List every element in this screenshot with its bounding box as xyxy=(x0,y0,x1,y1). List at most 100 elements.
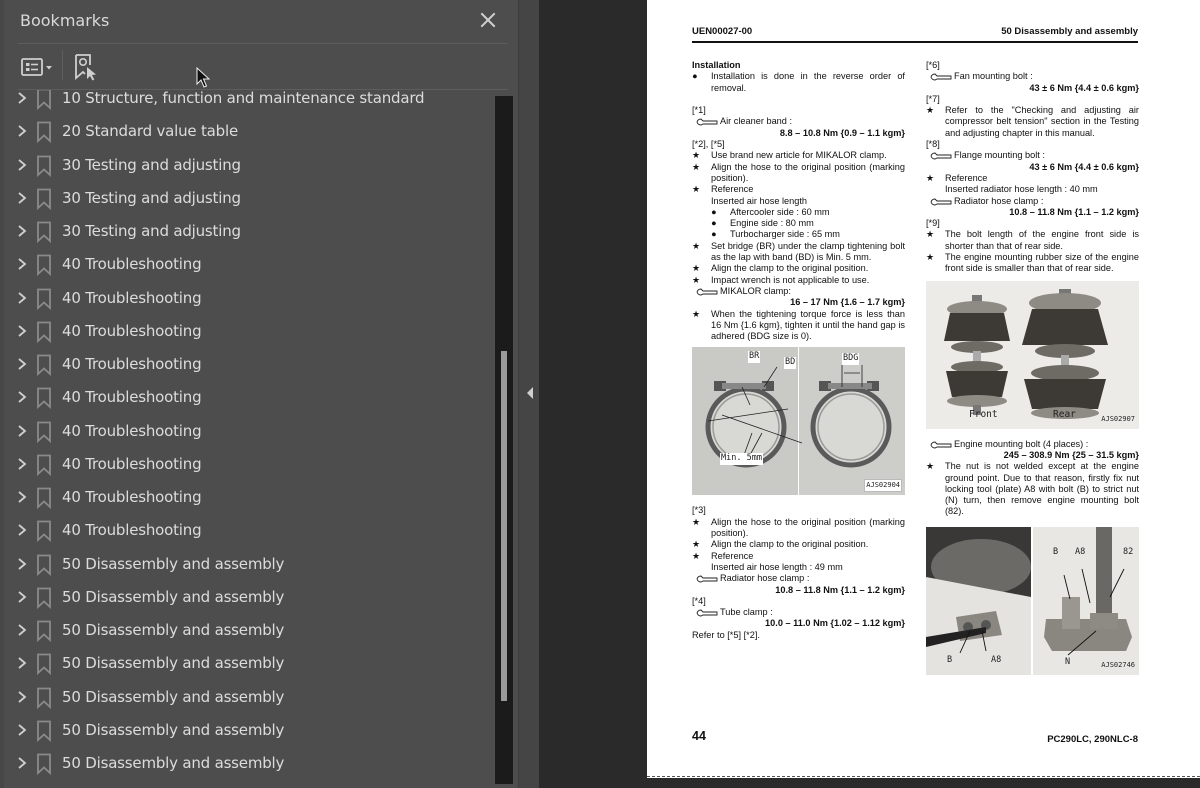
header-rule xyxy=(692,41,1138,43)
bookmark-icon xyxy=(37,354,51,376)
star-item: ★ Reference xyxy=(692,550,754,561)
expand-chevron-icon[interactable] xyxy=(16,123,28,139)
star-item: ★ Reference xyxy=(692,184,754,195)
torque-spec: Radiator hose clamp : xyxy=(926,196,1139,207)
torque-spec: Flange mounting bolt : xyxy=(926,150,1139,161)
torque-value: 16 – 17 Nm {1.6 – 1.7 kgm} xyxy=(790,297,905,308)
photo-label: 82 xyxy=(1122,546,1135,559)
bookmark-item[interactable]: 40 Troubleshooting xyxy=(0,315,495,348)
find-current-bookmark-button[interactable] xyxy=(74,52,100,82)
bookmark-label: 40 Troubleshooting xyxy=(62,388,202,407)
options-menu-button[interactable] xyxy=(20,52,56,82)
expand-chevron-icon[interactable] xyxy=(16,256,28,272)
ref-marker: [*2], [*5] xyxy=(692,139,725,150)
bookmark-item[interactable]: 40 Troubleshooting xyxy=(0,448,495,481)
bookmark-item[interactable]: 40 Troubleshooting xyxy=(0,381,495,414)
bookmark-label: 50 Disassembly and assembly xyxy=(62,587,285,606)
bookmark-label: 40 Troubleshooting xyxy=(62,321,202,340)
photo-label: BD xyxy=(784,357,797,369)
collapse-panel-arrow-icon[interactable] xyxy=(526,386,534,400)
expand-chevron-icon[interactable] xyxy=(16,190,28,206)
expand-chevron-icon[interactable] xyxy=(16,290,28,306)
expand-chevron-icon[interactable] xyxy=(16,456,28,472)
page-footer-model: PC290LC, 290NLC-8 xyxy=(1047,734,1138,745)
ref-marker: [*1] xyxy=(692,105,706,116)
panel-splitter[interactable] xyxy=(518,0,539,788)
star-item: ★ The engine mounting rubber size of the … xyxy=(926,252,1139,274)
bookmark-item[interactable]: 30 Testing and adjusting xyxy=(0,182,495,215)
photo-label: BR xyxy=(748,351,761,363)
bookmark-label: 30 Testing and adjusting xyxy=(62,155,241,174)
toolbar-divider xyxy=(62,50,63,80)
expand-chevron-icon[interactable] xyxy=(16,423,28,439)
bullet-item: ● Installation is done in the reverse ord… xyxy=(692,71,905,93)
bookmark-item[interactable]: 40 Troubleshooting xyxy=(0,415,495,448)
expand-chevron-icon[interactable] xyxy=(16,323,28,339)
star-item: ★ Align the hose to the original position… xyxy=(692,516,905,539)
ref-marker: [*9] xyxy=(926,218,940,229)
photo-label: B xyxy=(1053,546,1059,557)
bookmark-item[interactable]: 50 Disassembly and assembly xyxy=(0,647,495,680)
dot-item: ● Aftercooler side : 60 mm xyxy=(711,206,830,217)
expand-chevron-icon[interactable] xyxy=(16,489,28,505)
expand-chevron-icon[interactable] xyxy=(16,90,28,106)
bookmark-icon xyxy=(37,720,51,742)
bookmark-icon xyxy=(37,554,51,576)
torque-value: 10.8 – 11.8 Nm {1.1 – 1.2 kgm} xyxy=(775,584,905,595)
expand-chevron-icon[interactable] xyxy=(16,356,28,372)
bookmark-item[interactable]: 30 Testing and adjusting xyxy=(0,149,495,182)
expand-chevron-icon[interactable] xyxy=(16,589,28,605)
expand-chevron-icon[interactable] xyxy=(16,223,28,239)
star-item: ★ Align the clamp to the original positio… xyxy=(692,539,869,550)
close-panel-button[interactable] xyxy=(476,8,500,32)
bookmark-item[interactable]: 10 Structure, function and maintenance s… xyxy=(0,90,495,115)
expand-chevron-icon[interactable] xyxy=(16,556,28,572)
expand-chevron-icon[interactable] xyxy=(16,689,28,705)
bookmark-item[interactable]: 50 Disassembly and assembly xyxy=(0,614,495,647)
torque-wrench-icon xyxy=(930,73,952,81)
bookmark-item[interactable]: 40 Troubleshooting xyxy=(0,514,495,547)
pointer-icon xyxy=(87,67,96,81)
bookmark-label: 30 Testing and adjusting xyxy=(62,222,241,240)
expand-chevron-icon[interactable] xyxy=(16,157,28,173)
bookmark-item[interactable]: 20 Standard value table xyxy=(0,115,495,148)
page-header-doc-code: UEN00027-00 xyxy=(692,26,753,37)
bookmark-item[interactable]: 50 Disassembly and assembly xyxy=(0,714,495,747)
expand-chevron-icon[interactable] xyxy=(16,722,28,738)
expand-chevron-icon[interactable] xyxy=(16,622,28,638)
bookmark-list: 10 Structure, function and maintenance s… xyxy=(0,90,495,788)
bookmark-scrollbar[interactable] xyxy=(495,96,513,784)
scrollbar-thumb[interactable] xyxy=(501,350,507,702)
mouse-cursor-icon xyxy=(196,67,210,88)
bookmarks-toolbar xyxy=(18,44,508,90)
bookmark-icon xyxy=(37,421,51,443)
bookmark-item[interactable]: 50 Disassembly and assembly xyxy=(0,548,495,581)
torque-value: 10.8 – 11.8 Nm {1.1 – 1.2 kgm} xyxy=(1009,206,1139,217)
bookmark-label: 40 Troubleshooting xyxy=(62,454,202,473)
bookmark-item[interactable]: 40 Troubleshooting xyxy=(0,248,495,281)
bookmark-item[interactable]: 40 Troubleshooting xyxy=(0,282,495,315)
star-item: ★ Impact wrench is not applicable to use. xyxy=(692,274,870,285)
torque-wrench-icon xyxy=(696,575,718,583)
bookmark-icon xyxy=(37,687,51,709)
bookmark-label: 50 Disassembly and assembly xyxy=(62,654,285,673)
bookmark-search-icon xyxy=(75,54,96,81)
torque-value: 10.0 – 11.0 Nm {1.02 – 1.12 kgm} xyxy=(765,618,905,629)
left-column: Installation ● Installation is done in th… xyxy=(692,60,905,641)
expand-chevron-icon[interactable] xyxy=(16,655,28,671)
bookmark-item[interactable]: 50 Disassembly and assembly xyxy=(0,747,495,780)
bookmark-label: 40 Troubleshooting xyxy=(62,488,202,506)
bookmark-item[interactable]: 50 Disassembly and assembly xyxy=(0,581,495,614)
bookmark-item[interactable]: 40 Troubleshooting xyxy=(0,348,495,381)
bookmark-icon xyxy=(37,587,51,609)
bookmark-item[interactable]: 50 Disassembly and assembly xyxy=(0,681,495,714)
bookmark-item[interactable]: 40 Troubleshooting xyxy=(0,481,495,514)
star-item: ★ Refer to the "Checking and adjusting ai… xyxy=(926,105,1139,138)
bookmark-icon xyxy=(37,753,51,775)
bookmark-label: 50 Disassembly and assembly xyxy=(62,687,285,706)
expand-chevron-icon[interactable] xyxy=(16,389,28,405)
star-item: ★ The bolt length of the engine front sid… xyxy=(926,229,1139,251)
expand-chevron-icon[interactable] xyxy=(16,522,28,538)
expand-chevron-icon[interactable] xyxy=(16,755,28,771)
bookmark-item[interactable]: 30 Testing and adjusting xyxy=(0,215,495,248)
